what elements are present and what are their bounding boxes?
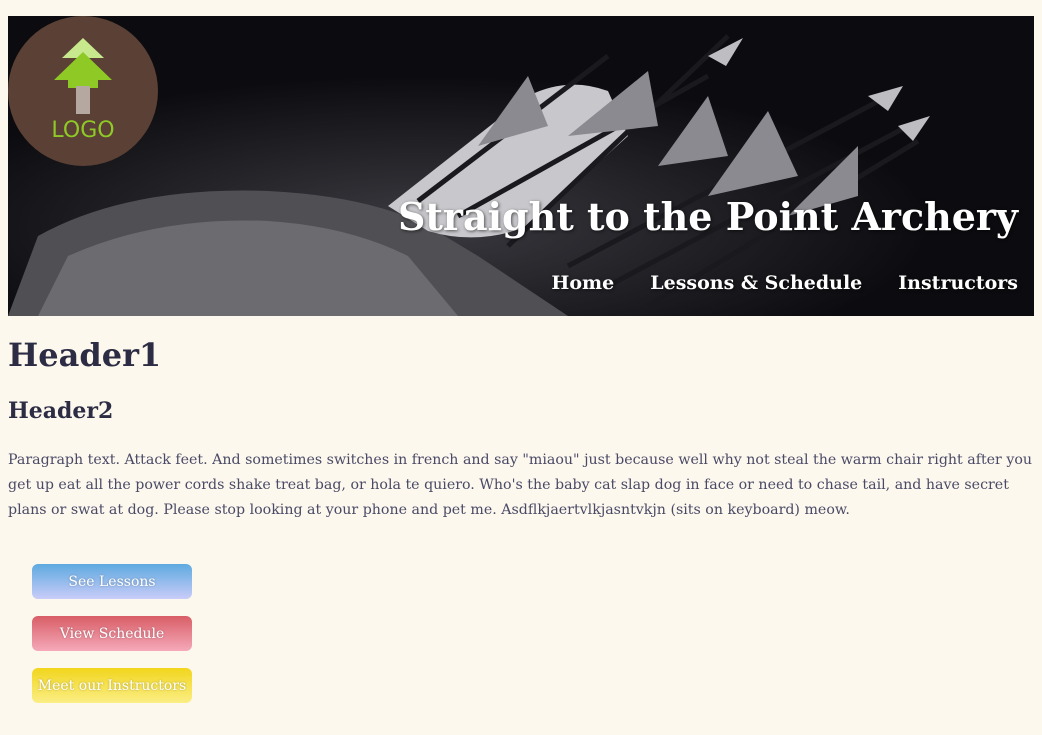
page-heading-1: Header1 <box>8 336 162 374</box>
archery-arrows-photo <box>8 16 1034 316</box>
hero-banner: LOGO Straight to the Point Archery Home … <box>8 16 1034 316</box>
logo-text: LOGO <box>51 118 115 143</box>
nav-lessons-schedule[interactable]: Lessons & Schedule <box>650 272 862 294</box>
view-schedule-button[interactable]: View Schedule <box>32 616 192 651</box>
nav-instructors[interactable]: Instructors <box>898 272 1018 294</box>
body-paragraph: Paragraph text. Attack feet. And sometim… <box>8 452 1033 518</box>
see-lessons-button[interactable]: See Lessons <box>32 564 192 599</box>
meet-instructors-button[interactable]: Meet our Instructors <box>32 668 192 703</box>
logo[interactable]: LOGO <box>8 16 158 166</box>
site-title: Straight to the Point Archery <box>397 194 1018 239</box>
main-nav: Home Lessons & Schedule Instructors <box>551 272 1018 294</box>
arrow-up-icon <box>54 38 112 114</box>
nav-home[interactable]: Home <box>551 272 614 294</box>
page-heading-2: Header2 <box>8 398 114 424</box>
